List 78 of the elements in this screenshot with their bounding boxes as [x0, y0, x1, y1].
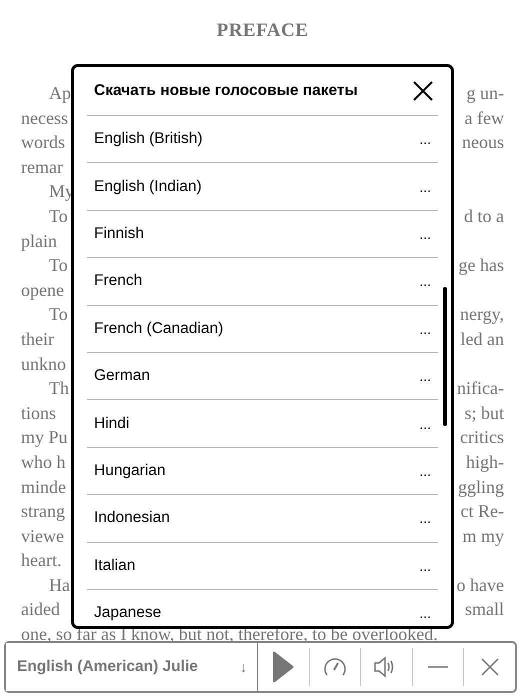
text-fragment: ct Re-: [460, 500, 504, 524]
text-fragment: plain: [21, 230, 57, 253]
chapter-title: PREFACE: [216, 19, 308, 43]
language-label: Hungarian: [94, 462, 166, 480]
language-label: Hindi: [94, 414, 130, 433]
text-fragment: Ap: [48, 82, 71, 105]
text-fragment: To: [48, 204, 68, 228]
text-fragment: critics: [460, 426, 504, 450]
language-label: English (British): [94, 130, 203, 148]
speedometer-icon[interactable]: [322, 656, 347, 678]
language-label: Finnish: [94, 224, 144, 243]
more-button[interactable]: ...: [419, 368, 433, 384]
language-label: English (Indian): [94, 178, 202, 196]
text-fragment: my Pu: [21, 426, 68, 450]
text-fragment: nifica-: [457, 377, 504, 400]
text-fragment: neous: [462, 131, 504, 154]
dialog-title: Скачать новые голосовые пакеты: [94, 82, 358, 100]
more-button[interactable]: ...: [419, 273, 433, 290]
voice-pack-item[interactable]: Finnish ...: [87, 210, 438, 258]
text-fragment: unkno: [21, 352, 66, 376]
voice-pack-item[interactable]: German ...: [87, 352, 438, 400]
scrollbar[interactable]: [443, 287, 447, 426]
more-button[interactable]: ...: [419, 178, 433, 195]
text-fragment: viewe: [21, 524, 64, 548]
text-fragment: necess: [21, 106, 68, 130]
voice-pack-item[interactable]: Hindi ...: [87, 400, 438, 448]
language-label: German: [94, 367, 150, 386]
more-button[interactable]: ...: [419, 510, 433, 526]
voice-pack-item[interactable]: French (Canadian) ...: [87, 306, 438, 353]
text-fragment: aided: [21, 598, 60, 622]
language-label: French (Canadian): [94, 320, 224, 338]
more-button[interactable]: ...: [419, 416, 433, 432]
text-fragment: remar: [21, 156, 63, 179]
text-fragment: who h: [21, 450, 66, 474]
text-fragment: ggling: [458, 476, 504, 499]
voice-pack-item[interactable]: French ...: [87, 258, 438, 306]
play-icon[interactable]: [271, 650, 296, 684]
more-button[interactable]: ...: [419, 605, 433, 622]
voice-pack-item[interactable]: Hungarian ...: [87, 448, 438, 496]
text-fragment: d to a: [464, 204, 504, 228]
text-fragment: words: [21, 131, 65, 154]
more-button[interactable]: ...: [419, 558, 433, 574]
text-fragment: a few: [464, 106, 504, 130]
text-fragment: Ha: [48, 574, 70, 597]
text-fragment: led an: [460, 328, 504, 351]
voice-pack-item[interactable]: Italian ...: [87, 542, 438, 590]
text-fragment: tions: [21, 402, 56, 425]
text-fragment: strang: [21, 500, 65, 524]
language-label: French: [94, 272, 142, 290]
text-fragment: s; but: [464, 402, 504, 425]
text-fragment: opene: [21, 278, 64, 302]
language-label: Italian: [94, 556, 136, 575]
minimize-icon[interactable]: [428, 665, 448, 669]
text-fragment: m my: [462, 524, 504, 548]
text-fragment: o have: [456, 574, 504, 597]
text-fragment: To: [48, 254, 68, 278]
voice-pack-item[interactable]: Indonesian ...: [87, 495, 438, 543]
text-fragment: their: [21, 328, 54, 351]
text-fragment: To: [48, 303, 68, 326]
voice-pack-item[interactable]: Japanese ...: [87, 590, 438, 626]
text-fragment: high-: [466, 450, 504, 474]
text-fragment: heart.: [21, 549, 62, 572]
more-button[interactable]: ...: [419, 131, 433, 148]
more-button[interactable]: ...: [419, 462, 433, 479]
voice-pack-item[interactable]: English (Indian) ...: [87, 163, 438, 211]
more-button[interactable]: ...: [419, 320, 433, 337]
text-fragment: g un-: [466, 82, 504, 105]
language-label: Indonesian: [94, 509, 170, 528]
voice-pack-item[interactable]: English (British) ...: [87, 116, 438, 164]
text-fragment: small: [465, 598, 504, 622]
more-button[interactable]: ...: [419, 226, 433, 242]
text-fragment: nergy,: [460, 303, 504, 326]
text-fragment: Th: [48, 377, 69, 400]
text-fragment: minde: [21, 476, 66, 498]
text-fragment: My: [48, 180, 74, 204]
language-label: Japanese: [94, 604, 162, 622]
close-icon[interactable]: [412, 80, 434, 102]
text-fragment: ge has: [458, 254, 504, 278]
